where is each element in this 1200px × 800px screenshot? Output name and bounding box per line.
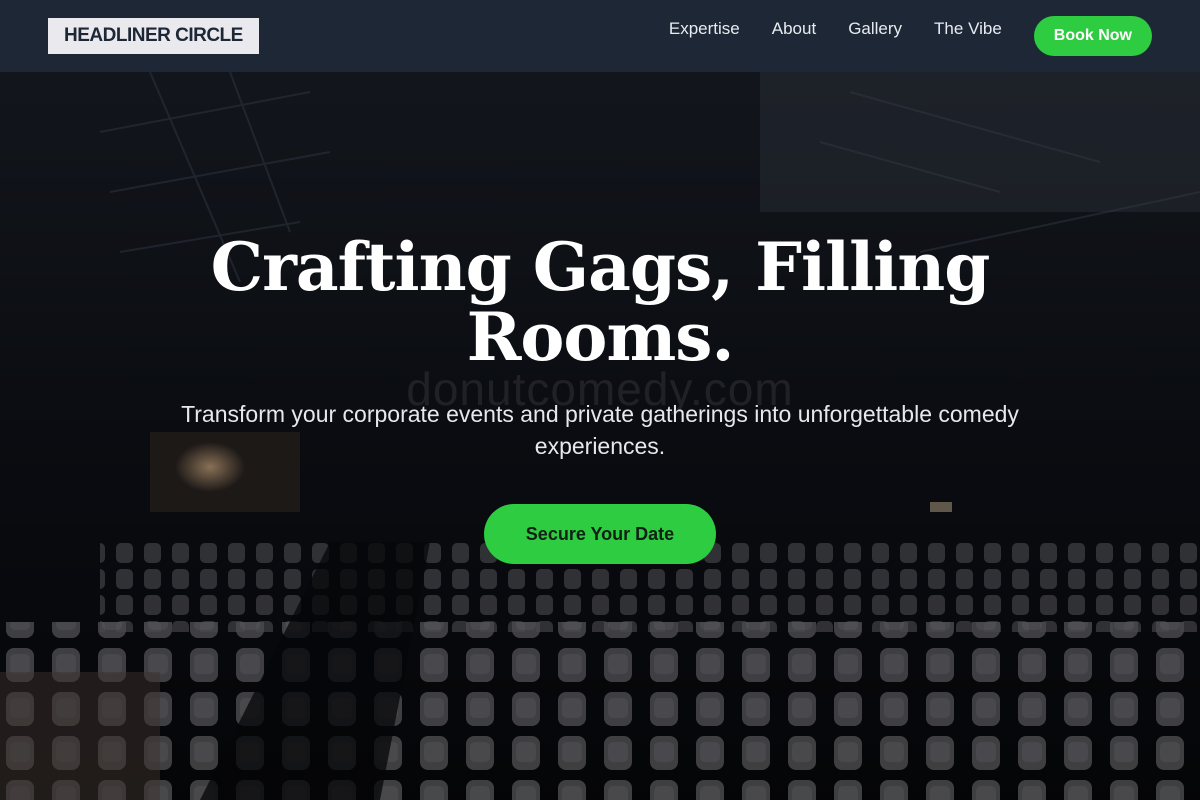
hero-section: donutcomedy.com Crafting Gags, Filling R…	[0, 72, 1200, 800]
nav-item-about[interactable]: About	[772, 19, 816, 39]
nav-item-expertise[interactable]: Expertise	[669, 19, 740, 39]
hero-title: Crafting Gags, Filling Rooms.	[210, 228, 991, 376]
main-nav: Expertise About Gallery The Vibe Book No…	[669, 16, 1152, 56]
hero-content: Crafting Gags, Filling Rooms. Transform …	[0, 232, 1200, 564]
nav-item-the-vibe[interactable]: The Vibe	[934, 19, 1002, 39]
nav-item-gallery[interactable]: Gallery	[848, 19, 902, 39]
secure-your-date-button[interactable]: Secure Your Date	[484, 504, 716, 564]
site-header: HEADLINER CIRCLE Expertise About Gallery…	[0, 0, 1200, 72]
hero-subtitle: Transform your corporate events and priv…	[181, 401, 1019, 459]
logo[interactable]: HEADLINER CIRCLE	[48, 18, 259, 54]
book-now-button[interactable]: Book Now	[1033, 16, 1152, 56]
